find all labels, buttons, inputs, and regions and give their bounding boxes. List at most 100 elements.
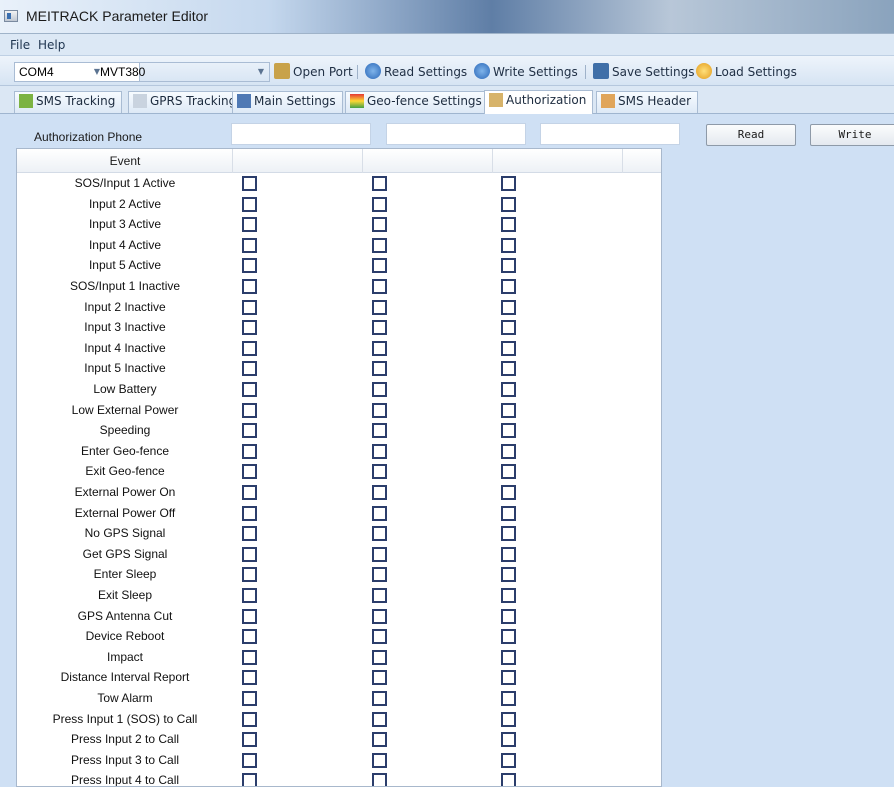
read-button[interactable]: Read <box>706 124 796 146</box>
phone-3-checkbox[interactable] <box>501 464 516 480</box>
phone-1-checkbox[interactable] <box>242 732 257 748</box>
phone-3-checkbox[interactable] <box>501 670 516 686</box>
phone-3-checkbox[interactable] <box>501 711 516 727</box>
phone-3-checkbox[interactable] <box>501 773 516 786</box>
phone-1-checkbox[interactable] <box>242 711 257 727</box>
phone-3-checkbox[interactable] <box>501 340 516 356</box>
phone-3-checkbox[interactable] <box>501 588 516 603</box>
phone-3-checkbox[interactable] <box>501 732 516 748</box>
phone-3-checkbox[interactable] <box>501 423 516 439</box>
phone-2-checkbox[interactable] <box>372 711 387 727</box>
phone-1-checkbox[interactable] <box>242 402 257 418</box>
phone-3-checkbox[interactable] <box>501 567 516 583</box>
phone-3-checkbox[interactable] <box>501 546 516 562</box>
phone-1-checkbox[interactable] <box>242 217 257 233</box>
phone-1-checkbox[interactable] <box>242 649 257 665</box>
phone-1-checkbox[interactable] <box>242 279 257 294</box>
save-settings-button[interactable]: Save Settings <box>593 63 695 81</box>
phone-1-checkbox[interactable] <box>242 526 257 542</box>
phone-1-checkbox[interactable] <box>242 505 257 521</box>
phone-2-checkbox[interactable] <box>372 196 387 212</box>
phone-2-checkbox[interactable] <box>372 670 387 686</box>
tab-sms-header[interactable]: SMS Header <box>596 91 699 113</box>
phone-2-checkbox[interactable] <box>372 546 387 562</box>
phone-1-checkbox[interactable] <box>242 320 257 336</box>
open-port-button[interactable]: Open Port <box>274 63 353 81</box>
phone-3-checkbox[interactable] <box>501 485 516 500</box>
phone-2-checkbox[interactable] <box>372 649 387 665</box>
phone-3-checkbox[interactable] <box>501 691 516 706</box>
phone-2-checkbox[interactable] <box>372 402 387 418</box>
phone-2-checkbox[interactable] <box>372 237 387 253</box>
phone-2-checkbox[interactable] <box>372 176 387 191</box>
phone-1-checkbox[interactable] <box>242 299 257 315</box>
phone-3-checkbox[interactable] <box>501 258 516 274</box>
phone-2-checkbox[interactable] <box>372 505 387 521</box>
phone-2-checkbox[interactable] <box>372 299 387 315</box>
phone-2-checkbox[interactable] <box>372 773 387 786</box>
phone-1-checkbox[interactable] <box>242 546 257 562</box>
phone-1-checkbox[interactable] <box>242 176 257 191</box>
phone-1-checkbox[interactable] <box>242 691 257 706</box>
phone-3-checkbox[interactable] <box>501 382 516 397</box>
phone-1-checkbox[interactable] <box>242 773 257 786</box>
phone-1-checkbox[interactable] <box>242 340 257 356</box>
phone-1-checkbox[interactable] <box>242 464 257 480</box>
phone-3-checkbox[interactable] <box>501 299 516 315</box>
phone-3-checkbox[interactable] <box>501 443 516 459</box>
phone-3-checkbox[interactable] <box>501 176 516 191</box>
device-select[interactable]: MVT380 ▼ <box>96 62 270 82</box>
phone-2-checkbox[interactable] <box>372 258 387 274</box>
phone-2-checkbox[interactable] <box>372 485 387 500</box>
phone-3-checkbox[interactable] <box>501 217 516 233</box>
phone-2-checkbox[interactable] <box>372 629 387 645</box>
phone-1-checkbox[interactable] <box>242 423 257 439</box>
phone-3-checkbox[interactable] <box>501 505 516 521</box>
phone-2-checkbox[interactable] <box>372 567 387 583</box>
menu-file[interactable]: File <box>10 38 30 52</box>
tab-sms-tracking[interactable]: SMS Tracking <box>14 91 123 113</box>
phone-2-checkbox[interactable] <box>372 443 387 459</box>
authorization-phone-3-input[interactable] <box>540 123 680 145</box>
authorization-phone-1-input[interactable] <box>231 123 371 145</box>
chevron-down-icon[interactable]: ▼ <box>253 63 269 81</box>
load-settings-button[interactable]: Load Settings <box>696 63 797 81</box>
phone-1-checkbox[interactable] <box>242 237 257 253</box>
phone-2-checkbox[interactable] <box>372 361 387 377</box>
menu-help[interactable]: Help <box>38 38 65 52</box>
phone-3-checkbox[interactable] <box>501 196 516 212</box>
read-settings-button[interactable]: Read Settings <box>365 63 467 81</box>
tab-authorization[interactable]: Authorization <box>484 90 594 114</box>
tab-gprs-tracking[interactable]: GPRS Tracking <box>128 91 244 113</box>
phone-3-checkbox[interactable] <box>501 237 516 253</box>
phone-3-checkbox[interactable] <box>501 279 516 294</box>
phone-3-checkbox[interactable] <box>501 526 516 542</box>
phone-2-checkbox[interactable] <box>372 608 387 624</box>
phone-1-checkbox[interactable] <box>242 752 257 768</box>
phone-1-checkbox[interactable] <box>242 629 257 645</box>
tab-main-settings[interactable]: Main Settings <box>232 91 343 113</box>
phone-1-checkbox[interactable] <box>242 567 257 583</box>
phone-3-checkbox[interactable] <box>501 649 516 665</box>
phone-1-checkbox[interactable] <box>242 670 257 686</box>
write-button[interactable]: Write <box>810 124 894 146</box>
phone-1-checkbox[interactable] <box>242 196 257 212</box>
phone-1-checkbox[interactable] <box>242 258 257 274</box>
phone-1-checkbox[interactable] <box>242 361 257 377</box>
phone-3-checkbox[interactable] <box>501 361 516 377</box>
phone-2-checkbox[interactable] <box>372 279 387 294</box>
phone-2-checkbox[interactable] <box>372 382 387 397</box>
phone-1-checkbox[interactable] <box>242 382 257 397</box>
phone-3-checkbox[interactable] <box>501 320 516 336</box>
phone-2-checkbox[interactable] <box>372 217 387 233</box>
phone-2-checkbox[interactable] <box>372 732 387 748</box>
phone-2-checkbox[interactable] <box>372 588 387 603</box>
phone-2-checkbox[interactable] <box>372 320 387 336</box>
phone-2-checkbox[interactable] <box>372 752 387 768</box>
phone-3-checkbox[interactable] <box>501 752 516 768</box>
write-settings-button[interactable]: Write Settings <box>474 63 578 81</box>
phone-1-checkbox[interactable] <box>242 608 257 624</box>
phone-3-checkbox[interactable] <box>501 402 516 418</box>
phone-1-checkbox[interactable] <box>242 588 257 603</box>
tab-geo-fence-settings[interactable]: Geo-fence Settings <box>345 91 489 113</box>
